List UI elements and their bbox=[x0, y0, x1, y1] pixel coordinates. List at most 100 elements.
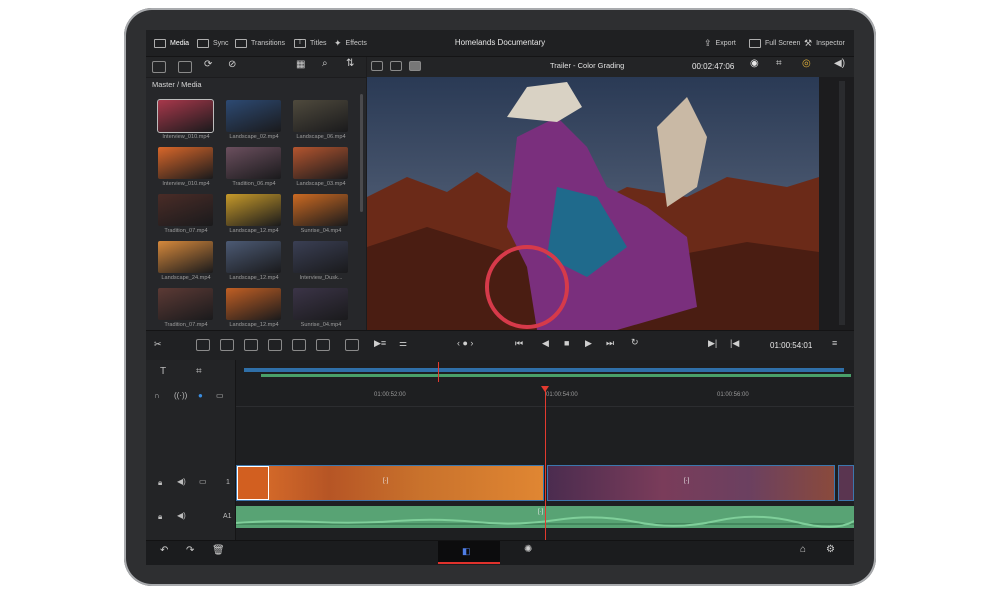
new-bin-icon[interactable] bbox=[178, 61, 192, 73]
video-clip-dancer[interactable]: [·] bbox=[547, 465, 835, 501]
page-titles-label: Titles bbox=[310, 39, 327, 47]
play-icon[interactable]: ▶ bbox=[585, 338, 592, 349]
media-thumbnail[interactable] bbox=[158, 288, 213, 320]
grid-view-icon[interactable]: ▦ bbox=[296, 59, 305, 70]
edit-tool-6-icon[interactable] bbox=[316, 339, 330, 351]
media-thumbnail-label: Interview_010.mp4 bbox=[162, 134, 210, 140]
home-icon[interactable]: ⌂ bbox=[800, 544, 806, 555]
audio-mute-icon[interactable]: ◀) bbox=[177, 511, 186, 520]
next-edit-icon[interactable]: ▶| bbox=[708, 338, 717, 349]
video-lock-icon[interactable]: 🔒︎ bbox=[158, 478, 162, 488]
media-thumbnail[interactable] bbox=[293, 194, 348, 226]
page-transitions-label: Transitions bbox=[251, 39, 285, 47]
track-view-icon[interactable]: ▭ bbox=[216, 391, 224, 400]
sort-icon[interactable]: ⇅ bbox=[346, 58, 354, 69]
export-button[interactable]: ⇪ Export bbox=[704, 30, 736, 56]
inspector-button[interactable]: ⚒ Inspector bbox=[804, 30, 845, 56]
timeline-playhead[interactable] bbox=[545, 386, 546, 540]
viewer-mode-icon[interactable] bbox=[371, 61, 383, 71]
media-thumbnail-label: Tradition_06.mp4 bbox=[232, 181, 276, 187]
loading-spinner-icon[interactable]: ✺ bbox=[524, 544, 532, 555]
page-sync-button[interactable]: Sync bbox=[197, 30, 229, 56]
media-thumbnail-label: Interview_Dusk... bbox=[299, 275, 343, 281]
jog-control[interactable]: ‹ ● › bbox=[457, 338, 473, 348]
delete-icon[interactable]: 🗑︎ bbox=[212, 545, 225, 556]
marker-icon[interactable]: ● bbox=[198, 391, 203, 400]
transform-tool-icon[interactable]: ⌗ bbox=[196, 366, 202, 377]
loop-icon[interactable]: ↻ bbox=[631, 337, 639, 348]
go-to-start-icon[interactable]: ⏮ bbox=[515, 338, 523, 349]
clip-thumbnail bbox=[237, 466, 269, 500]
edit-tool-7-icon[interactable] bbox=[345, 339, 359, 351]
title-tool-icon[interactable]: T bbox=[160, 366, 166, 377]
camera-icon[interactable]: ◉ bbox=[750, 58, 759, 69]
video-viewer[interactable] bbox=[367, 77, 819, 330]
edit-tool-3-icon[interactable] bbox=[244, 339, 258, 351]
media-thumbnail[interactable] bbox=[158, 194, 213, 226]
audio-scrub-icon[interactable]: ((·)) bbox=[174, 391, 187, 400]
stop-icon[interactable]: ■ bbox=[564, 338, 569, 348]
settings-sliders-icon[interactable]: ⚌ bbox=[399, 338, 407, 349]
media-scrollbar[interactable] bbox=[360, 94, 363, 212]
video-track-label: 1 bbox=[226, 479, 230, 486]
effects-icon: ✦ bbox=[334, 37, 342, 48]
app-screen: Homelands Documentary Media Sync Transit… bbox=[146, 30, 854, 565]
settings-gear-icon[interactable]: ⚙ bbox=[826, 544, 835, 555]
overview-video-strip[interactable] bbox=[244, 368, 844, 372]
overview-playhead[interactable] bbox=[438, 362, 439, 382]
menu-icon[interactable]: ≡ bbox=[832, 338, 837, 348]
fullscreen-button[interactable]: Full Screen bbox=[749, 30, 800, 56]
page-titles-button[interactable]: T Titles bbox=[294, 30, 326, 56]
media-thumbnail[interactable] bbox=[226, 147, 281, 179]
video-clip-sunset[interactable]: [·] bbox=[236, 465, 544, 501]
playback-speed-icon[interactable]: ▶≡ bbox=[374, 338, 386, 349]
video-clip-next[interactable] bbox=[838, 465, 854, 501]
media-thumbnail[interactable] bbox=[226, 288, 281, 320]
audio-lock-icon[interactable]: 🔒︎ bbox=[158, 512, 162, 522]
previous-edit-icon[interactable]: |◀ bbox=[730, 338, 739, 349]
playhead-handle-icon[interactable] bbox=[541, 386, 549, 392]
media-thumbnail[interactable] bbox=[293, 147, 348, 179]
media-thumbnail[interactable] bbox=[157, 99, 214, 133]
export-icon: ⇪ bbox=[704, 37, 712, 48]
go-to-end-icon[interactable]: ⏭ bbox=[606, 338, 614, 349]
cut-page-button[interactable]: ◧ bbox=[438, 541, 500, 564]
media-thumbnail[interactable] bbox=[226, 241, 281, 273]
video-visibility-icon[interactable]: ▭ bbox=[199, 477, 207, 486]
sync-clips-icon[interactable]: ⟳ bbox=[204, 59, 212, 70]
media-thumbnail[interactable] bbox=[158, 147, 213, 179]
snap-icon[interactable]: ∩ bbox=[154, 391, 160, 400]
media-thumbnail[interactable] bbox=[226, 100, 281, 132]
page-media-button[interactable]: Media bbox=[154, 30, 189, 56]
volume-icon[interactable]: ◀) bbox=[834, 58, 845, 69]
color-wheel-icon[interactable]: ◎ bbox=[802, 58, 811, 69]
breadcrumb: Master / Media bbox=[152, 80, 202, 89]
edit-tool-5-icon[interactable] bbox=[292, 339, 306, 351]
page-effects-button[interactable]: ✦ Effects bbox=[334, 30, 367, 56]
redo-icon[interactable]: ↷ bbox=[186, 545, 194, 556]
link-icon[interactable]: ⊘ bbox=[228, 59, 236, 70]
search-icon[interactable]: ⌕ bbox=[322, 58, 328, 69]
razor-tool-icon[interactable]: ✂ bbox=[154, 339, 162, 350]
media-thumbnail[interactable] bbox=[226, 194, 281, 226]
panel-toggle-icon[interactable] bbox=[152, 61, 166, 73]
sync-icon bbox=[197, 38, 209, 48]
viewer-timecode: 00:02:47:06 bbox=[692, 62, 735, 71]
media-thumbnail[interactable] bbox=[293, 100, 348, 132]
page-transitions-button[interactable]: Transitions bbox=[235, 30, 285, 56]
overview-audio-strip[interactable] bbox=[261, 374, 851, 377]
ruler-tick-1: 01:00:52:00 bbox=[374, 392, 406, 398]
media-thumbnail[interactable] bbox=[293, 241, 348, 273]
edit-tool-1-icon[interactable] bbox=[196, 339, 210, 351]
play-reverse-icon[interactable]: ◀ bbox=[542, 338, 549, 349]
video-audio-toggle-icon[interactable]: ◀) bbox=[177, 477, 186, 486]
edit-tool-4-icon[interactable] bbox=[268, 339, 282, 351]
undo-icon[interactable]: ↶ bbox=[160, 545, 168, 556]
edit-tool-2-icon[interactable] bbox=[220, 339, 234, 351]
source-view-icon[interactable] bbox=[390, 61, 402, 71]
media-thumbnail-label: Landscape_24.mp4 bbox=[161, 275, 211, 281]
transform-icon[interactable]: ⌗ bbox=[776, 58, 782, 69]
media-thumbnail[interactable] bbox=[158, 241, 213, 273]
timeline-view-icon[interactable] bbox=[409, 61, 421, 71]
media-thumbnail[interactable] bbox=[293, 288, 348, 320]
